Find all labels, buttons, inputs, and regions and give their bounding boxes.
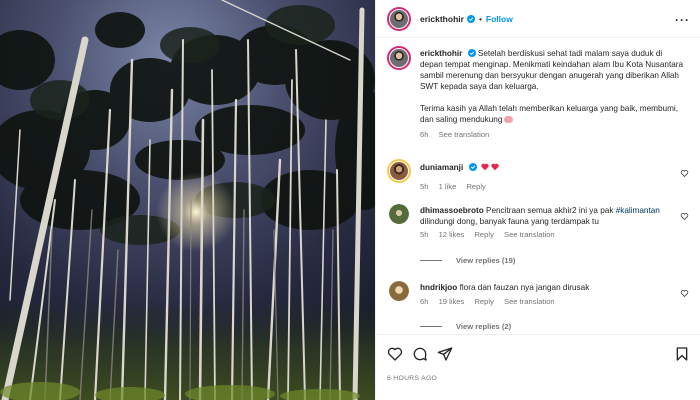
share-icon[interactable] bbox=[437, 346, 453, 362]
author-username[interactable]: erickthohir bbox=[420, 14, 464, 24]
comment-reply-button[interactable]: Reply bbox=[474, 297, 493, 306]
comment-likes[interactable]: 1 like bbox=[439, 182, 457, 191]
comment-time: 5h bbox=[420, 230, 429, 239]
bookmark-icon[interactable] bbox=[674, 346, 690, 362]
verified-badge-icon bbox=[468, 163, 477, 171]
heart-emoji-icon bbox=[491, 163, 499, 171]
view-replies-label[interactable]: View replies (19) bbox=[456, 256, 515, 265]
commenter-username[interactable]: dhimassoebroto bbox=[420, 206, 484, 215]
commenter-avatar[interactable] bbox=[387, 159, 411, 183]
post-photo[interactable] bbox=[0, 0, 375, 400]
caption-meta: 6h See translation bbox=[420, 129, 684, 140]
comment-likes[interactable]: 19 likes bbox=[439, 297, 465, 306]
comment-time: 6h bbox=[420, 297, 429, 306]
comment-meta: 5h 1 like Reply bbox=[420, 181, 675, 192]
comment-icon[interactable] bbox=[412, 346, 428, 362]
commenter-username[interactable]: hndrikjoo bbox=[420, 283, 457, 292]
commenter-username[interactable]: duniamanji bbox=[420, 163, 463, 172]
verified-badge-icon bbox=[467, 49, 476, 57]
more-options-icon[interactable]: ··· bbox=[675, 13, 690, 27]
caption-time: 6h bbox=[420, 130, 429, 139]
comment-likes[interactable]: 12 likes bbox=[439, 230, 465, 239]
post-actions-bar bbox=[376, 334, 700, 372]
caption-avatar[interactable] bbox=[387, 46, 411, 70]
like-comment-heart-icon[interactable] bbox=[680, 289, 689, 298]
hands-emoji-icon bbox=[504, 116, 514, 123]
commenter-avatar[interactable] bbox=[389, 204, 409, 224]
replies-divider bbox=[420, 326, 442, 327]
forest-night-image bbox=[0, 0, 375, 400]
heart-icon[interactable] bbox=[387, 346, 403, 362]
view-replies-button[interactable]: View replies (19) bbox=[420, 256, 515, 265]
comment-time: 5h bbox=[420, 182, 429, 191]
post-timestamp: 6 HOURS AGO bbox=[387, 375, 438, 382]
follow-button[interactable]: Follow bbox=[486, 14, 513, 24]
comment-text: flora dan fauzan nya jangan dirusak bbox=[459, 283, 590, 292]
comment-text: Pencitraan semua akhir2 ini ya pak bbox=[485, 206, 614, 215]
comment-reply-button[interactable]: Reply bbox=[474, 230, 493, 239]
view-replies-label[interactable]: View replies (2) bbox=[456, 322, 511, 331]
caption-see-translation[interactable]: See translation bbox=[439, 130, 490, 139]
comment-see-translation[interactable]: See translation bbox=[504, 230, 555, 239]
replies-divider bbox=[420, 260, 442, 261]
post-header: erickthohir • Follow ··· bbox=[376, 0, 700, 38]
comments-section[interactable]: erickthohir Setelah berdiskusi sehat tad… bbox=[376, 38, 700, 334]
like-comment-heart-icon[interactable] bbox=[680, 169, 689, 178]
view-replies-button[interactable]: View replies (2) bbox=[420, 322, 511, 331]
separator-dot: • bbox=[478, 13, 482, 24]
caption-text-2: Terima kasih ya Allah telah memberikan k… bbox=[420, 104, 679, 124]
verified-badge-icon bbox=[466, 14, 475, 23]
comment-see-translation[interactable]: See translation bbox=[504, 297, 555, 306]
comment-meta: 5h 12 likes Reply See translation bbox=[420, 229, 675, 240]
comment-text-2: dilindungi dong, banyak fauna yang terda… bbox=[420, 217, 599, 226]
like-comment-heart-icon[interactable] bbox=[680, 212, 689, 221]
post-detail-panel: erickthohir • Follow ··· erickthohir Set… bbox=[375, 0, 700, 400]
heart-emoji-icon bbox=[481, 163, 489, 171]
author-avatar[interactable] bbox=[387, 6, 411, 31]
comment-reply-button[interactable]: Reply bbox=[466, 182, 485, 191]
comment-meta: 6h 19 likes Reply See translation bbox=[420, 296, 675, 307]
comment-hashtag[interactable]: #kalimantan bbox=[616, 206, 660, 215]
commenter-avatar[interactable] bbox=[389, 281, 409, 301]
caption-username[interactable]: erickthohir bbox=[420, 49, 462, 58]
